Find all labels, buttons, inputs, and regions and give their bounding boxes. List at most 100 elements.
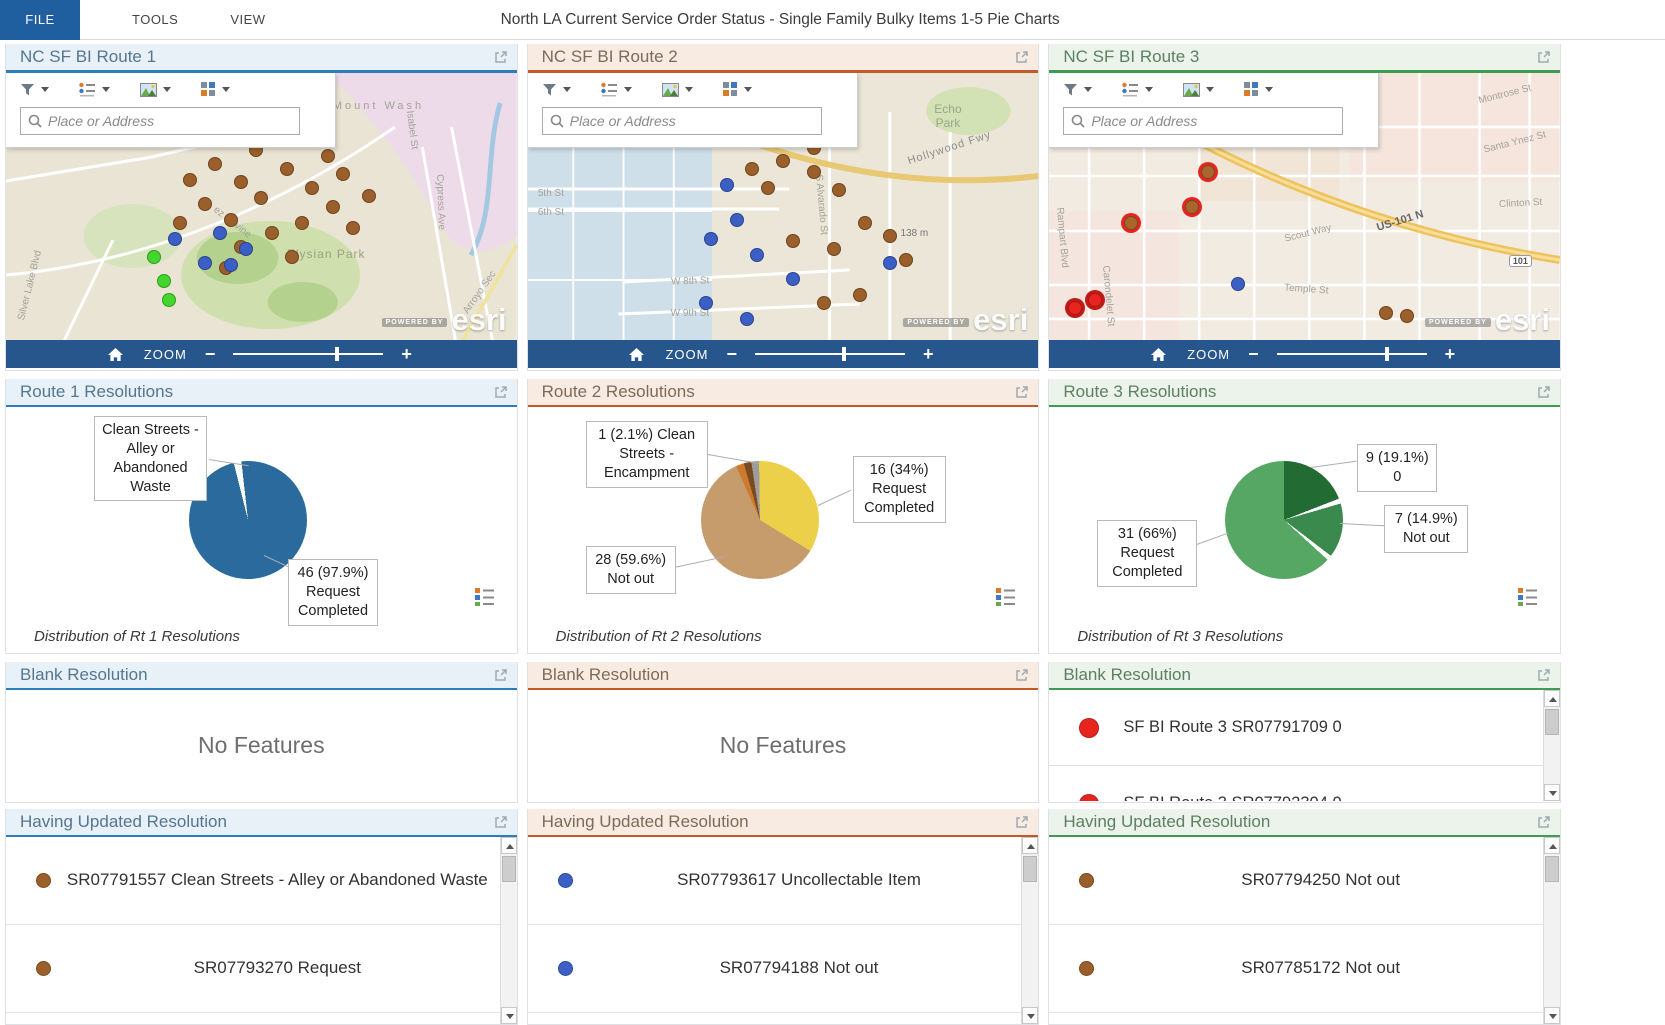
map-point[interactable]	[233, 175, 248, 190]
list-item[interactable]: SF BI Route 3 SR07791709 0	[1049, 690, 1543, 766]
scrollbar[interactable]	[1021, 837, 1039, 1024]
map-point[interactable]	[1185, 199, 1200, 214]
map-point[interactable]	[1067, 300, 1082, 315]
list-item[interactable]: SR07793617 Uncollectable Item	[527, 837, 1022, 925]
list-item[interactable]: SF BI Route 3 SR07792304 0	[1049, 766, 1543, 801]
map-point[interactable]	[883, 255, 898, 270]
scroll-down-button[interactable]	[500, 1007, 517, 1024]
expand-icon[interactable]	[493, 667, 509, 683]
scroll-track[interactable]	[1544, 854, 1560, 1007]
basemap-button[interactable]	[661, 82, 693, 97]
map-point[interactable]	[1379, 306, 1394, 321]
map-point[interactable]	[305, 180, 320, 195]
map-canvas[interactable]: Mount Wash Isabel St Cypress Ave Elysian…	[6, 73, 517, 340]
scroll-up-button[interactable]	[500, 837, 517, 854]
home-button[interactable]	[628, 347, 645, 362]
map-point[interactable]	[162, 292, 177, 307]
home-button[interactable]	[1150, 347, 1167, 362]
map-point[interactable]	[852, 287, 867, 302]
pie-chart[interactable]	[700, 461, 819, 579]
scroll-up-button[interactable]	[1544, 690, 1560, 707]
filter-button[interactable]	[542, 83, 571, 97]
map-point[interactable]	[198, 255, 213, 270]
map-point[interactable]	[704, 231, 719, 246]
pie-chart[interactable]	[1225, 461, 1344, 579]
basemap-button[interactable]	[140, 82, 171, 97]
map-point[interactable]	[147, 250, 162, 265]
zoom-slider-handle[interactable]	[1384, 347, 1389, 361]
zoom-out-button[interactable]: −	[722, 345, 741, 363]
list-item[interactable]: SR07794250 Not out	[1049, 837, 1543, 925]
zoom-in-button[interactable]: +	[397, 345, 416, 363]
map-point[interactable]	[239, 242, 253, 257]
place-address-input[interactable]	[1091, 113, 1336, 129]
map-point[interactable]	[346, 220, 361, 235]
scroll-thumb[interactable]	[501, 856, 516, 882]
scrollbar[interactable]	[1543, 837, 1560, 1024]
map-point[interactable]	[816, 295, 831, 310]
map-point[interactable]	[279, 162, 294, 177]
map-point[interactable]	[1200, 164, 1215, 179]
zoom-slider[interactable]	[233, 347, 384, 361]
scroll-thumb[interactable]	[1545, 856, 1559, 882]
map-point[interactable]	[336, 167, 351, 182]
map-point[interactable]	[730, 212, 745, 227]
map-point[interactable]	[760, 180, 775, 195]
expand-icon[interactable]	[493, 49, 509, 65]
scroll-track[interactable]	[1544, 707, 1560, 784]
map-point[interactable]	[208, 156, 223, 171]
zoom-in-button[interactable]: +	[919, 345, 938, 363]
map-point[interactable]	[786, 271, 801, 286]
map-point[interactable]	[1399, 308, 1414, 323]
map-canvas[interactable]: Echo Park Hollywood Fwy 5th St 6th St W …	[527, 73, 1039, 340]
map-point[interactable]	[254, 191, 269, 206]
expand-icon[interactable]	[1536, 49, 1552, 65]
map-point[interactable]	[898, 252, 913, 267]
scrollbar[interactable]	[1543, 690, 1560, 801]
map-point[interactable]	[284, 250, 299, 265]
expand-icon[interactable]	[1536, 384, 1552, 400]
expand-icon[interactable]	[1014, 814, 1030, 830]
scroll-down-button[interactable]	[1022, 1007, 1039, 1024]
zoom-slider-handle[interactable]	[841, 347, 846, 361]
map-point[interactable]	[857, 215, 872, 230]
map-point[interactable]	[786, 234, 801, 249]
list-item[interactable]: SR07793270 Request	[6, 925, 500, 1013]
map-point[interactable]	[198, 196, 213, 211]
map-point[interactable]	[1231, 276, 1246, 291]
zoom-slider[interactable]	[754, 347, 905, 361]
place-address-input[interactable]	[48, 113, 292, 129]
map-point[interactable]	[745, 162, 760, 177]
layer-list-button[interactable]	[1122, 82, 1154, 97]
list-item[interactable]: SR07794188 Not out	[527, 925, 1022, 1013]
list-item[interactable]: SR07791557 Clean Streets - Alley or Aban…	[6, 837, 500, 925]
map-canvas[interactable]: Montrose St Santa Ynez St Clinton St US-…	[1049, 73, 1560, 340]
legend-icon[interactable]	[474, 587, 495, 606]
zoom-slider[interactable]	[1276, 347, 1427, 361]
map-point[interactable]	[750, 247, 765, 262]
scroll-track[interactable]	[1022, 854, 1038, 1007]
expand-icon[interactable]	[493, 814, 509, 830]
map-point[interactable]	[167, 231, 182, 246]
expand-icon[interactable]	[1014, 667, 1030, 683]
zoom-slider-handle[interactable]	[335, 347, 340, 361]
map-point[interactable]	[719, 178, 734, 193]
expand-icon[interactable]	[1014, 49, 1030, 65]
scroll-up-button[interactable]	[1022, 837, 1039, 854]
basemap-button[interactable]	[1183, 82, 1215, 97]
map-point[interactable]	[325, 199, 340, 214]
map-point[interactable]	[1088, 292, 1103, 307]
map-point[interactable]	[157, 274, 172, 289]
map-point[interactable]	[213, 226, 228, 241]
place-address-input[interactable]	[569, 113, 814, 129]
scroll-up-button[interactable]	[1544, 837, 1560, 854]
expand-icon[interactable]	[1536, 814, 1552, 830]
layer-list-button[interactable]	[600, 82, 632, 97]
scroll-down-button[interactable]	[1544, 784, 1560, 801]
scroll-thumb[interactable]	[1545, 709, 1559, 735]
view-menu[interactable]: VIEW	[230, 12, 265, 27]
map-point[interactable]	[883, 228, 898, 243]
legend-icon[interactable]	[996, 587, 1016, 606]
map-point[interactable]	[1124, 215, 1139, 230]
map-point[interactable]	[223, 212, 238, 227]
